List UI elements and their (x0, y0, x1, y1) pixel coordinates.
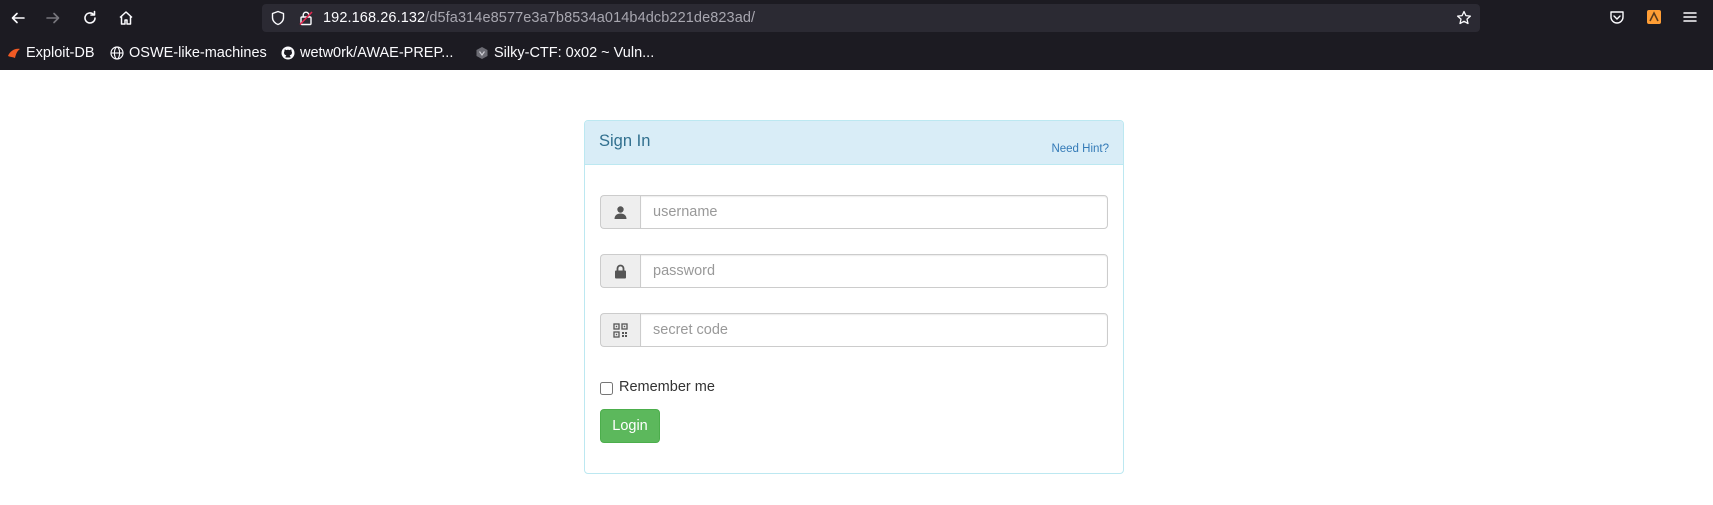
remember-me-label: Remember me (619, 379, 715, 395)
remember-me[interactable]: Remember me (600, 379, 715, 395)
bookmark-silky-ctf[interactable]: Silky-CTF: 0x02 ~ Vuln... (475, 44, 654, 62)
pocket-icon (1610, 11, 1624, 24)
username-input[interactable] (640, 195, 1108, 229)
username-group (600, 195, 1108, 229)
url-host: 192.168.26.132 (323, 10, 426, 26)
arrow-right-icon (46, 12, 60, 24)
forward-button[interactable] (41, 6, 65, 30)
remember-me-checkbox[interactable] (600, 381, 613, 395)
password-input[interactable] (640, 254, 1108, 288)
login-panel: Sign In Need Hint? Remember me Login (584, 120, 1124, 474)
bookmark-star-icon[interactable] (1456, 10, 1472, 26)
browser-toolbar: 192.168.26.132/d5fa314e8577e3a7b8534a014… (0, 0, 1713, 36)
bookmark-label: Exploit-DB (26, 45, 95, 61)
extension-icon (1647, 10, 1661, 24)
user-icon (614, 205, 627, 219)
bookmark-label: Silky-CTF: 0x02 ~ Vuln... (494, 45, 655, 61)
secret-code-input[interactable] (640, 313, 1108, 347)
arrow-left-icon (11, 12, 25, 24)
pocket-button[interactable] (1608, 8, 1626, 26)
login-button[interactable]: Login (600, 409, 660, 443)
globe-icon (110, 46, 124, 60)
hamburger-menu-icon (1683, 12, 1697, 22)
need-hint-link[interactable]: Need Hint? (1051, 143, 1109, 155)
insecure-lock-icon[interactable] (298, 10, 314, 26)
shield-icon[interactable] (270, 10, 286, 26)
bookmark-oswe-like-machines[interactable]: OSWE-like-machines (110, 44, 267, 62)
bookmark-exploit-db[interactable]: Exploit-DB (7, 44, 95, 62)
exploit-db-icon (7, 46, 21, 60)
qrcode-icon (613, 322, 628, 338)
bookmark-label: wetw0rk/AWAE-PREP... (300, 45, 454, 61)
bookmarks-bar: Exploit-DB OSWE-like-machines wetw0rk/AW… (0, 36, 1713, 70)
user-addon (600, 195, 640, 229)
github-icon (281, 46, 295, 60)
panel-heading: Sign In Need Hint? (585, 121, 1123, 165)
url-text[interactable]: 192.168.26.132/d5fa314e8577e3a7b8534a014… (323, 9, 755, 27)
vulnhub-icon (475, 46, 489, 60)
bookmark-awae-prep[interactable]: wetw0rk/AWAE-PREP... (281, 44, 453, 62)
reload-icon (84, 10, 96, 24)
back-button[interactable] (6, 6, 30, 30)
extension-button[interactable] (1645, 8, 1663, 26)
reload-button[interactable] (78, 6, 102, 30)
secret-code-addon (600, 313, 640, 347)
menu-button[interactable] (1681, 8, 1699, 26)
password-addon (600, 254, 640, 288)
bookmark-label: OSWE-like-machines (129, 45, 267, 61)
panel-title: Sign In (599, 132, 651, 150)
secret-code-group (600, 313, 1108, 347)
home-button[interactable] (114, 6, 138, 30)
url-bar[interactable]: 192.168.26.132/d5fa314e8577e3a7b8534a014… (262, 4, 1480, 32)
home-icon (119, 11, 133, 25)
url-path: /d5fa314e8577e3a7b8534a014b4dcb221de823a… (425, 10, 756, 26)
lock-icon (615, 264, 626, 278)
password-group (600, 254, 1108, 288)
